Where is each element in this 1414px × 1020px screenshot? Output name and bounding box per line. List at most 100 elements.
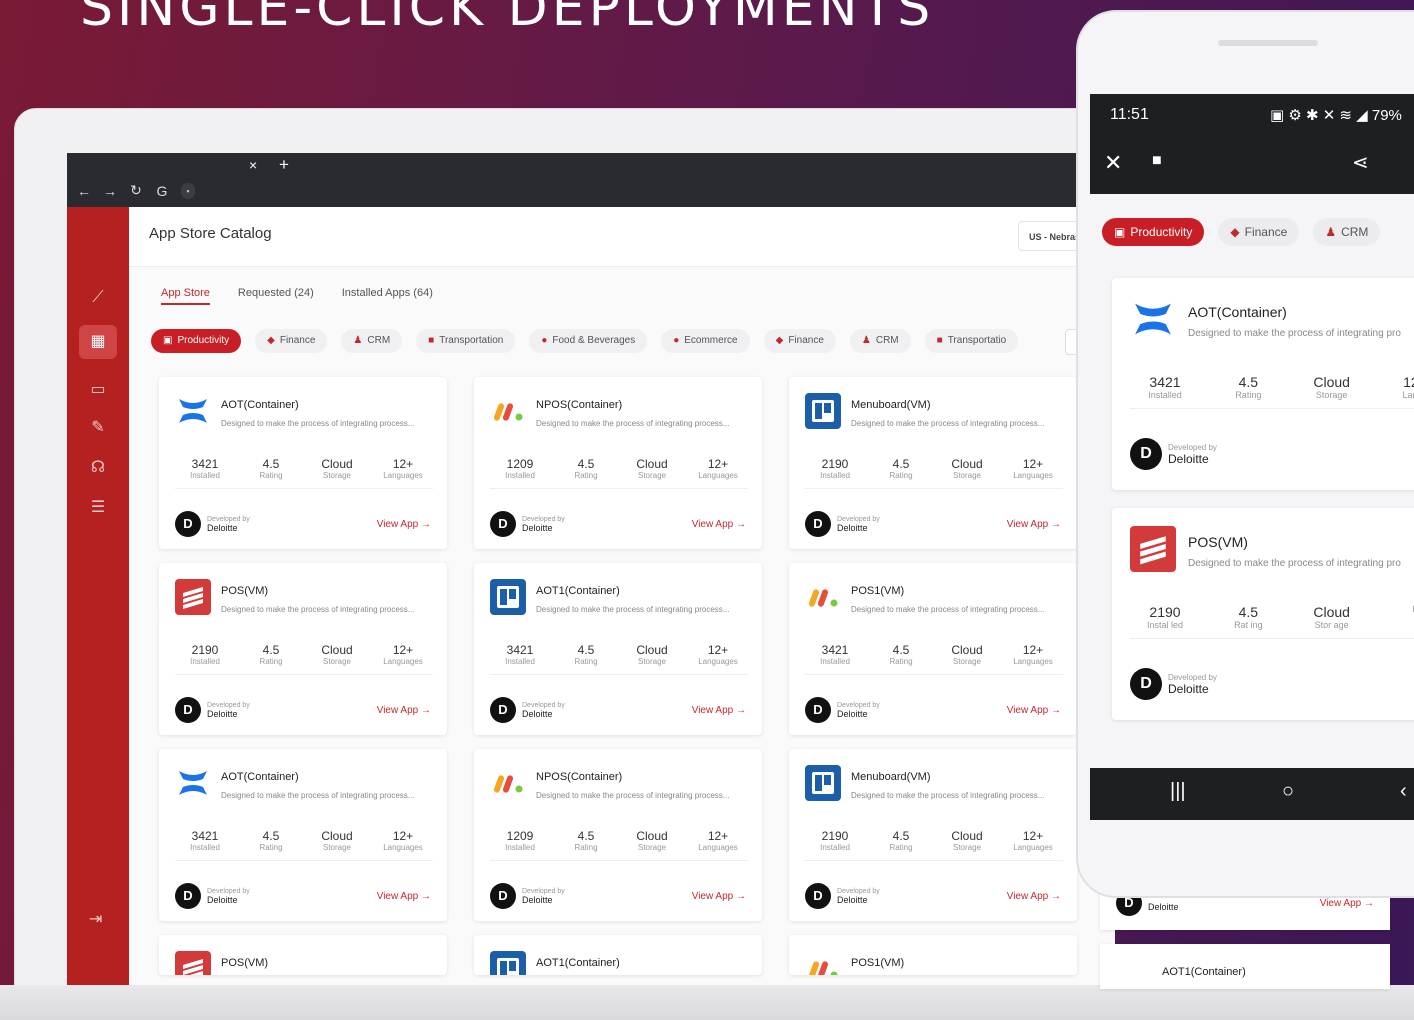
view-app-link[interactable]: View App → bbox=[377, 705, 431, 716]
tab-app-store[interactable]: App Store bbox=[161, 287, 210, 305]
tabs: App Store Requested (24) Installed Apps … bbox=[161, 287, 433, 305]
phone-status-bar: 11:51 ▣ ⚙ ✱ ✕ ≋ ◢ 79% ✕ ■ ⋖ bbox=[1090, 94, 1414, 194]
app-stats: 1209 Installed 4.5 Rating Cloud Storage 12+… bbox=[490, 457, 748, 489]
chip-transportation[interactable]: ■ Transportation bbox=[416, 329, 516, 353]
chip-productivity[interactable]: ▣ Productivity bbox=[151, 329, 242, 353]
developer-info: D Developed by Deloitte bbox=[490, 883, 565, 909]
stat-rating: 4.5 Rating bbox=[889, 457, 913, 480]
phone-app-card[interactable]: POS(VM) Designed to make the process of … bbox=[1112, 508, 1414, 720]
back-icon[interactable]: ‹ bbox=[1400, 780, 1407, 803]
app-card[interactable]: Menuboard(VM) Designed to make the proce… bbox=[789, 377, 1077, 549]
developed-by-label: Developed by bbox=[837, 701, 880, 709]
developed-by-label: Developed by bbox=[522, 515, 565, 523]
headset-icon[interactable]: ☊ bbox=[85, 455, 111, 481]
view-app-link[interactable]: View App → bbox=[377, 891, 431, 902]
tab-close-icon[interactable]: × bbox=[249, 157, 257, 173]
stat-languages: 12+ Languages bbox=[698, 829, 738, 852]
developer-info: D Developed by Deloitte bbox=[175, 883, 250, 909]
app-description: Designed to make the process of integrat… bbox=[851, 791, 1045, 800]
phone-app-card[interactable]: AOT(Container) Designed to make the proc… bbox=[1112, 278, 1414, 490]
presentation-icon[interactable]: ▭ bbox=[85, 377, 111, 403]
document-icon[interactable]: ☰ bbox=[85, 495, 111, 521]
app-card[interactable]: AOT(Container) Designed to make the proc… bbox=[159, 749, 447, 921]
stat-storage: Cloud Storage bbox=[636, 829, 668, 852]
app-card[interactable]: POS1(VM) Designed to make the process of… bbox=[789, 563, 1077, 735]
stat-storage: Cloud Storage bbox=[636, 643, 668, 666]
app-card[interactable]: NPOS(Container) Designed to make the pro… bbox=[474, 749, 762, 921]
developer-name: Deloitte bbox=[1168, 681, 1209, 696]
home-icon[interactable]: ○ bbox=[1282, 780, 1294, 803]
google-icon[interactable]: G bbox=[155, 183, 169, 199]
developer-logo: D bbox=[175, 883, 201, 909]
chip-finance[interactable]: ◆ Finance bbox=[255, 329, 328, 353]
app-description: Designed to make the process of integrat… bbox=[221, 791, 415, 800]
tab-installed-apps[interactable]: Installed Apps (64) bbox=[342, 287, 433, 305]
developer-name: Deloitte bbox=[207, 708, 238, 719]
app-logo-icon bbox=[805, 765, 841, 801]
app-card[interactable]: AOT(Container) Designed to make the proc… bbox=[159, 377, 447, 549]
view-app-link[interactable]: View App → bbox=[1007, 705, 1061, 716]
chip-crm-2[interactable]: ♟ CRM bbox=[849, 329, 911, 353]
view-app-link[interactable]: View App → bbox=[692, 705, 746, 716]
stat-storage: Cloud Storage bbox=[321, 643, 353, 666]
back-icon[interactable]: ← bbox=[77, 183, 91, 199]
app-card[interactable]: AOT1(Container) Designed to make the pro… bbox=[474, 563, 762, 735]
view-app-link[interactable]: View App → bbox=[692, 519, 746, 530]
view-app-link[interactable]: View App → bbox=[692, 891, 746, 902]
app-name: AOT1(Container) bbox=[536, 585, 620, 597]
stat-rating: 4.5 Rating bbox=[259, 829, 283, 852]
chip-crm[interactable]: ♟ CRM bbox=[341, 329, 403, 353]
phone-chip-finance[interactable]: ◆ Finance bbox=[1218, 218, 1300, 246]
app-stats: 2190 Installed 4.5 Rating Cloud Storage 12+… bbox=[805, 829, 1063, 861]
app-logo-icon bbox=[175, 765, 211, 801]
app-description: Designed to make the process of integrat… bbox=[851, 605, 1045, 614]
app-card[interactable]: POS(VM) bbox=[159, 935, 447, 975]
edit-doc-icon[interactable]: ✎ bbox=[85, 415, 111, 441]
app-card[interactable]: Menuboard(VM) Designed to make the proce… bbox=[789, 749, 1077, 921]
screen: × + ← → ↻ G ▪ ⟋ ▦ ▭ ✎ ☊ ☰ ⇥ App Store Ca… bbox=[67, 153, 1115, 985]
developer-name: Deloitte bbox=[522, 894, 553, 905]
developer-name: Deloitte bbox=[522, 708, 553, 719]
lock-icon: ■ bbox=[1152, 152, 1162, 169]
developer-logo: D bbox=[805, 883, 831, 909]
phone-chip-productivity[interactable]: ▣ Productivity bbox=[1102, 218, 1205, 246]
app-name: AOT1(Container) bbox=[1162, 966, 1246, 978]
view-app-link[interactable]: View App → bbox=[1007, 891, 1061, 902]
app-card[interactable]: POS(VM) Designed to make the process of … bbox=[159, 563, 447, 735]
app-logo-icon bbox=[490, 579, 526, 615]
recent-apps-icon[interactable]: ||| bbox=[1170, 780, 1186, 803]
logout-icon[interactable]: ⇥ bbox=[89, 909, 102, 929]
app-card[interactable]: POS1(VM) bbox=[789, 935, 1077, 975]
forward-icon[interactable]: → bbox=[103, 183, 117, 199]
new-tab-icon[interactable]: + bbox=[279, 155, 289, 175]
close-icon[interactable]: ✕ bbox=[1104, 150, 1122, 176]
phone-chip-crm[interactable]: ♟ CRM bbox=[1313, 218, 1381, 246]
chip-transportation-2[interactable]: ■ Transportatio bbox=[924, 329, 1019, 353]
person-icon: ♟ bbox=[861, 335, 871, 346]
stat-installed: 3421 Installed bbox=[820, 643, 850, 666]
developed-by-label: Developed by bbox=[837, 515, 880, 523]
app-card[interactable]: NPOS(Container) Designed to make the pro… bbox=[474, 377, 762, 549]
app-name: NPOS(Container) bbox=[536, 399, 623, 411]
view-app-link[interactable]: View App → bbox=[1007, 519, 1061, 530]
chip-finance-2[interactable]: ◆ Finance bbox=[763, 329, 836, 353]
stat-storage: Cloud Storage bbox=[951, 829, 983, 852]
view-app-link[interactable]: View App → bbox=[1320, 898, 1374, 909]
reload-icon[interactable]: ↻ bbox=[129, 182, 143, 199]
app-logo-icon bbox=[805, 951, 841, 975]
view-app-link[interactable]: View App → bbox=[377, 519, 431, 530]
developer-logo: D bbox=[175, 511, 201, 537]
stat-rating: 4.5 Rating bbox=[574, 457, 598, 480]
chip-ecommerce[interactable]: ● Ecommerce bbox=[661, 329, 750, 353]
app-description: Designed to make the process of integrat… bbox=[221, 605, 415, 614]
apps-grid-icon[interactable]: ▦ bbox=[79, 325, 117, 359]
app-logo-icon bbox=[490, 951, 526, 975]
app-logo-icon bbox=[175, 579, 211, 615]
share-icon[interactable]: ⋖ bbox=[1352, 150, 1369, 175]
tab-requested[interactable]: Requested (24) bbox=[238, 287, 314, 305]
chip-food-beverages[interactable]: ● Food & Beverages bbox=[529, 329, 648, 353]
analytics-icon[interactable]: ⟋ bbox=[85, 285, 111, 311]
developer-logo: D bbox=[490, 883, 516, 909]
app-card[interactable]: AOT1(Container) bbox=[474, 935, 762, 975]
lock-icon[interactable]: ▪ bbox=[181, 182, 195, 199]
